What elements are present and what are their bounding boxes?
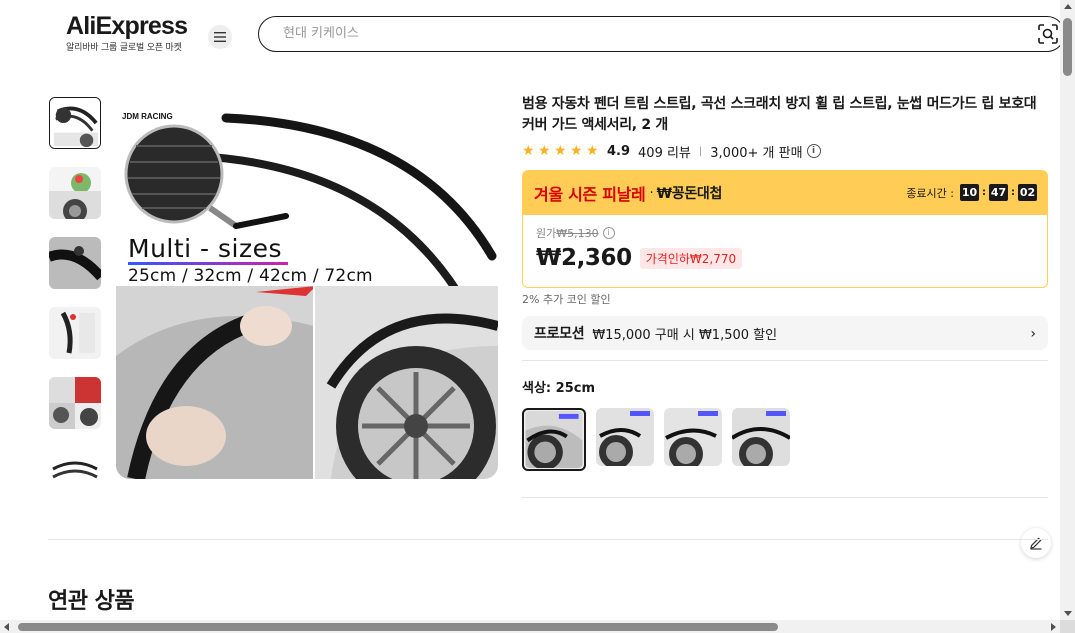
thumbnail-4[interactable] <box>49 307 101 359</box>
sale-box: 겨울 시즌 피날레 · ₩꽁돈대첩 종료시간 : 10 : 47 : 02 원가… <box>522 170 1048 288</box>
color-option-32cm[interactable] <box>596 408 654 466</box>
star-icon: ★ <box>586 142 599 159</box>
sizes-label: 25cm / 32cm / 42cm / 72cm <box>128 266 373 286</box>
edit-button[interactable] <box>1021 528 1051 558</box>
sale-header: 겨울 시즌 피날레 · ₩꽁돈대첩 종료시간 : 10 : 47 : 02 <box>523 171 1047 215</box>
scroll-down-icon[interactable] <box>1064 611 1072 616</box>
scrollbar-corner <box>1060 620 1075 633</box>
search-input[interactable] <box>283 17 1023 50</box>
coin-discount-note: 2% 추가 코인 할인 <box>522 293 611 306</box>
thumbnail-3[interactable] <box>49 237 101 289</box>
thumbnail-2[interactable] <box>49 167 101 219</box>
original-label: 원가 <box>536 227 557 240</box>
thumbnail-6[interactable] <box>49 447 101 480</box>
thumbnail-5[interactable] <box>49 377 101 429</box>
promotion-text: ₩15,000 구매 시 ₩1,500 할인 <box>592 327 778 343</box>
horizontal-scroll-thumb[interactable] <box>18 623 778 631</box>
countdown-label: 종료시간 : <box>906 186 954 200</box>
separator: | <box>698 145 703 157</box>
discount-badge: 가격인하₩2,770 <box>639 247 743 269</box>
menu-button[interactable] <box>208 25 232 49</box>
thumbnail-1[interactable] <box>49 97 101 149</box>
price-info-icon[interactable]: i <box>602 227 615 239</box>
colon: : <box>1011 187 1015 198</box>
star-icon: ★ <box>570 142 583 159</box>
price-row: ₩2,360 가격인하₩2,770 <box>536 245 1034 271</box>
logo-subtitle: 알리바바 그룹 글로벌 오픈 마켓 <box>66 43 182 53</box>
star-icon: ★ <box>554 142 567 159</box>
multi-sizes-label: Multi - sizes <box>128 234 283 263</box>
product-photo <box>116 96 498 479</box>
original-price-row: 원가 ₩5,130 i <box>536 225 1034 241</box>
divider <box>522 360 1048 361</box>
info-icon[interactable]: i <box>806 144 821 158</box>
promotion-tag: 프로모션 <box>534 326 585 342</box>
rating-value: 4.9 <box>607 143 631 159</box>
thumbnail-list <box>48 96 102 480</box>
price-section: 원가 ₩5,130 i ₩2,360 가격인하₩2,770 <box>523 215 1047 287</box>
chevron-right-icon: › <box>1030 326 1036 342</box>
countdown-hours: 10 <box>960 184 979 201</box>
sale-title: 겨울 시즌 피날레 <box>534 185 646 204</box>
image-search-icon[interactable] <box>1038 24 1058 44</box>
horizontal-scrollbar[interactable] <box>0 620 1060 633</box>
brand-label: JDM RACING <box>122 112 173 121</box>
color-options <box>522 408 1048 471</box>
header: AliExpress 알리바바 그룹 글로벌 오픈 마켓 <box>0 0 1065 70</box>
star-icon: ★ <box>538 142 551 159</box>
promotion-row[interactable]: 프로모션 ₩15,000 구매 시 ₩1,500 할인 › <box>522 316 1048 350</box>
countdown: 종료시간 : 10 : 47 : 02 <box>906 184 1037 201</box>
section-divider <box>48 539 1048 540</box>
vertical-scrollbar[interactable] <box>1060 0 1075 620</box>
scroll-left-icon[interactable] <box>4 623 9 631</box>
color-option-72cm[interactable] <box>732 408 790 466</box>
search-bar[interactable] <box>258 16 1065 52</box>
aliexpress-logo[interactable]: AliExpress 알리바바 그룹 글로벌 오픈 마켓 <box>66 12 188 53</box>
color-option-42cm[interactable] <box>664 408 722 466</box>
color-label: 색상: 25cm <box>522 381 595 396</box>
hamburger-icon <box>214 32 226 42</box>
divider <box>522 497 1048 498</box>
main-product-image[interactable]: JDM RACING Multi - sizes 25cm / 32cm / 4… <box>116 96 498 479</box>
multi-underline <box>128 262 288 265</box>
star-icon: ★ <box>522 142 535 159</box>
countdown-minutes: 47 <box>989 184 1008 201</box>
product-info: 범용 자동차 펜더 트림 스트립, 곡선 스크래치 방지 휠 립 스트립, 눈썹… <box>522 94 1048 498</box>
sale-price: ₩2,360 <box>536 245 632 271</box>
scroll-right-icon[interactable] <box>1051 623 1056 631</box>
original-price: ₩5,130 <box>556 226 599 240</box>
reviews-link[interactable]: 409 리뷰 <box>638 142 691 161</box>
vertical-scroll-thumb[interactable] <box>1063 18 1072 76</box>
logo-text: AliExpress <box>66 12 188 40</box>
sale-dot: · <box>649 185 654 201</box>
sold-count: 3,000+ 개 판매 <box>710 145 803 161</box>
countdown-seconds: 02 <box>1018 184 1037 201</box>
color-option-25cm[interactable] <box>522 408 586 471</box>
scroll-up-icon[interactable] <box>1064 4 1072 9</box>
sale-subtitle: ₩꽁돈대첩 <box>656 186 723 202</box>
star-rating: ★ ★ ★ ★ ★ <box>522 142 599 159</box>
related-products-heading: 연관 상품 <box>48 589 135 614</box>
colon: : <box>982 187 986 198</box>
rating-row: ★ ★ ★ ★ ★ 4.9 409 리뷰 | 3,000+ 개 판매 i <box>522 142 1048 161</box>
product-title: 범용 자동차 펜더 트림 스트립, 곡선 스크래치 방지 휠 립 스트립, 눈썹… <box>522 96 1037 133</box>
